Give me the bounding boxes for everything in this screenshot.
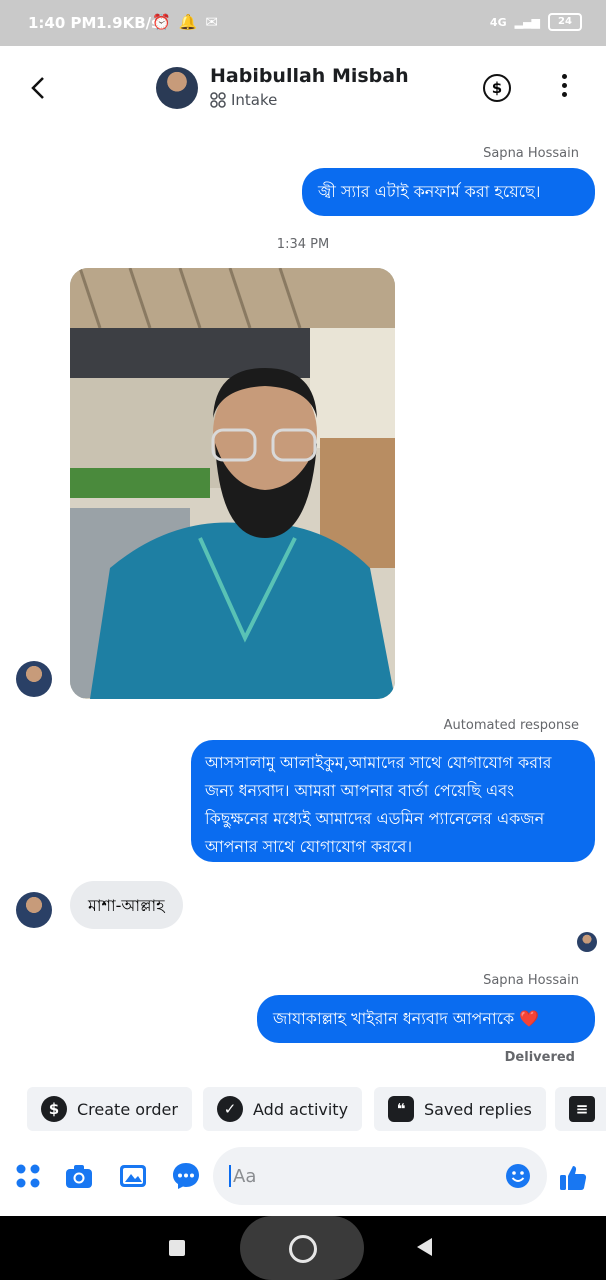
chip-label: Add activity — [253, 1099, 349, 1119]
create-order-button[interactable]: $ Create order — [27, 1087, 192, 1131]
menu-grid-icon[interactable] — [12, 1160, 44, 1192]
stage-icon — [210, 92, 226, 108]
automated-response-label: Automated response — [443, 718, 579, 733]
messenger-chat-icon[interactable] — [170, 1160, 202, 1192]
status-bar: 1:40 PM 1.9KB/s ⏰ 🔔 ✉ 4G ▂▄▆ 24 — [0, 0, 606, 46]
payment-button[interactable]: $ — [483, 74, 511, 102]
document-icon: ≡ — [569, 1096, 595, 1122]
message-input[interactable]: Aa — [213, 1147, 547, 1205]
system-back-icon[interactable] — [417, 1238, 432, 1256]
delivery-status: Delivered — [504, 1050, 575, 1065]
home-button[interactable] — [240, 1216, 364, 1280]
outgoing-message[interactable]: জাযাকাল্লাহ খাইরান ধন্যবাদ আপনাকে ❤️ — [257, 995, 595, 1043]
signal-icon: ▂▄▆ — [514, 15, 540, 29]
contact-stage-label: Intake — [231, 91, 278, 109]
photo-image — [70, 268, 395, 699]
more-options-icon[interactable] — [556, 74, 572, 102]
battery-icon: 24 — [548, 13, 582, 31]
messenger-icon: ✉ — [205, 13, 218, 31]
chip-label: Saved replies — [424, 1099, 532, 1119]
chip-label: Create order — [77, 1099, 178, 1119]
message-input-placeholder: Aa — [233, 1165, 257, 1187]
notification-icon: 🔔 — [178, 13, 198, 31]
system-navigation-bar — [0, 1216, 606, 1280]
network-speed: 1.9KB/s — [96, 14, 161, 32]
message-composer: Aa — [0, 1140, 606, 1216]
message-sender: Sapna Hossain — [483, 973, 579, 988]
emoji-icon[interactable] — [505, 1163, 531, 1189]
check-icon: ✓ — [217, 1096, 243, 1122]
chat-header: Habibullah Misbah Intake $ — [0, 46, 606, 132]
seen-indicator-avatar — [577, 932, 597, 952]
saved-replies-button[interactable]: ❝ Saved replies — [374, 1087, 546, 1131]
outgoing-message[interactable]: জ্বী স্যার এটাই কনফার্ম করা হয়েছে। — [302, 168, 595, 216]
gallery-icon[interactable] — [117, 1160, 149, 1192]
contact-name[interactable]: Habibullah Misbah — [210, 65, 409, 87]
recent-apps-icon[interactable] — [169, 1240, 185, 1256]
like-icon[interactable] — [557, 1162, 589, 1194]
alarm-icon: ⏰ — [152, 13, 171, 31]
contact-avatar-small[interactable] — [16, 892, 52, 928]
chat-bubbles-icon: ❝ — [388, 1096, 414, 1122]
message-timestamp: 1:34 PM — [276, 237, 330, 252]
contact-avatar[interactable] — [156, 67, 198, 109]
automated-response-message[interactable]: আসসালামু আলাইকুম,আমাদের সাথে যোগাযোগ করা… — [191, 740, 595, 862]
back-arrow-icon[interactable] — [26, 70, 52, 106]
quick-actions-bar: $ Create order ✓ Add activity ❝ Saved re… — [27, 1087, 606, 1131]
message-sender: Sapna Hossain — [483, 146, 579, 161]
camera-icon[interactable] — [63, 1160, 95, 1192]
contact-stage[interactable]: Intake — [210, 91, 277, 109]
incoming-message[interactable]: মাশা-আল্লাহ — [70, 881, 183, 929]
contact-avatar-small[interactable] — [16, 661, 52, 697]
add-activity-button[interactable]: ✓ Add activity — [203, 1087, 363, 1131]
network-type: 4G — [489, 15, 507, 29]
shared-photo[interactable] — [70, 268, 395, 699]
status-time: 1:40 PM — [28, 14, 97, 32]
more-actions-button[interactable]: ≡ — [555, 1087, 606, 1131]
dollar-icon: $ — [41, 1096, 67, 1122]
home-icon — [289, 1235, 317, 1263]
